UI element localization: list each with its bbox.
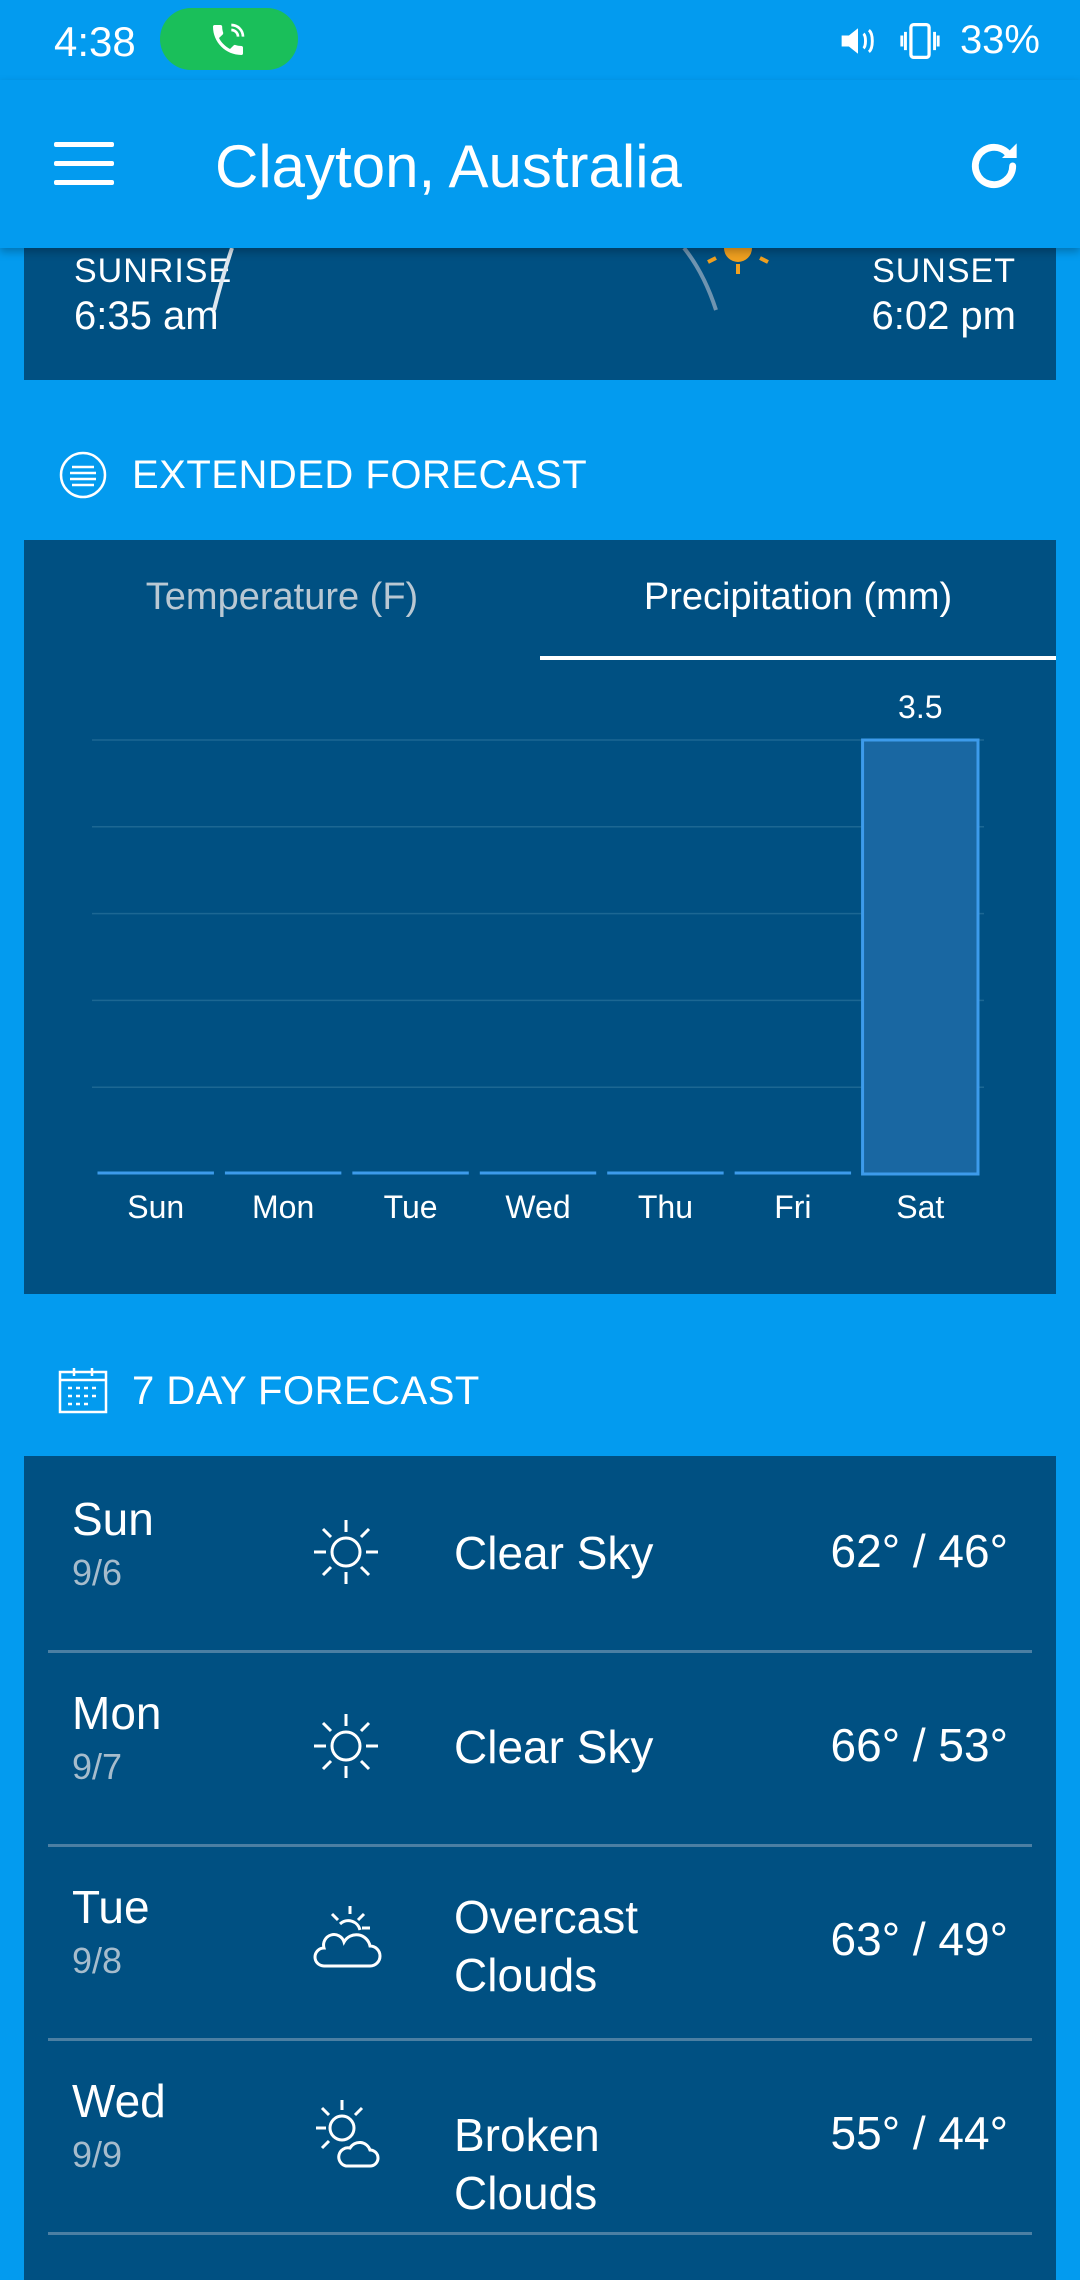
forecast-temperature: 63° / 49° <box>830 1913 1008 1965</box>
sunset-time: 6:02 pm <box>871 294 1016 338</box>
chart-bar <box>224 1171 342 1175</box>
precipitation-chart: Sun Mon Tue Wed Thu Fri Sat 3.5 <box>92 689 984 1225</box>
phone-icon <box>213 23 245 55</box>
ongoing-call-pill[interactable] <box>160 8 298 70</box>
sun-icon <box>314 1520 378 1584</box>
list-icon <box>59 451 107 499</box>
forecast-date: 9/6 <box>72 1552 123 1593</box>
chart-bar <box>479 1171 597 1175</box>
x-tick-label: Sat <box>896 1189 944 1225</box>
status-time: 4:38 <box>54 18 136 65</box>
sun-icon <box>314 1714 378 1778</box>
app-bar: Clayton, Australia <box>0 80 1080 248</box>
status-icons: 33% <box>836 18 1040 63</box>
sunrise-sunset-card: SUNRISE 6:35 am SUNSET 6:02 pm <box>24 248 1056 380</box>
broken-clouds-icon <box>316 2100 380 2168</box>
volume-icon <box>841 27 874 54</box>
forecast-temperature: 55° / 44° <box>830 2107 1008 2159</box>
page-title: Clayton, Australia <box>215 133 682 200</box>
seven-day-forecast-heading: 7 DAY FORECAST <box>58 1366 480 1416</box>
sunrise-time: 6:35 am <box>74 294 219 338</box>
forecast-day: Mon <box>72 1687 162 1739</box>
x-tick-label: Thu <box>638 1189 693 1225</box>
forecast-row[interactable]: Tue 9/8 Overcast Clouds 63° / 49° <box>48 1844 1032 2041</box>
tab-temperature[interactable]: Temperature (F) <box>24 576 540 619</box>
data-label: 3.5 <box>898 689 942 725</box>
x-tick-label: Tue <box>384 1189 438 1225</box>
forecast-description: Overcast Clouds <box>454 1891 639 2001</box>
x-tick-label: Sun <box>127 1189 184 1225</box>
seven-day-forecast-title: 7 DAY FORECAST <box>132 1368 480 1413</box>
forecast-date: 9/9 <box>72 2134 123 2175</box>
x-tick-label: Fri <box>774 1189 811 1225</box>
forecast-row[interactable]: Sun 9/6 Clear Sky 62° / 46° <box>48 1456 1032 1653</box>
refresh-icon[interactable] <box>962 134 1026 198</box>
forecast-date: 9/8 <box>72 1940 123 1981</box>
forecast-temperature: 62° / 46° <box>830 1525 1008 1577</box>
forecast-row[interactable]: Mon 9/7 Clear Sky 66° / 53° <box>48 1650 1032 1847</box>
x-tick-label: Mon <box>252 1189 314 1225</box>
sunset-label: SUNSET <box>872 252 1016 290</box>
forecast-day: Wed <box>72 2075 166 2127</box>
forecast-day: Tue <box>72 1881 150 1933</box>
vibrate-icon <box>900 22 940 59</box>
chart-bar <box>352 1171 469 1175</box>
sun-position-icon <box>707 248 769 274</box>
extended-forecast-title: EXTENDED FORECAST <box>132 452 588 497</box>
extended-forecast-heading: EXTENDED FORECAST <box>58 450 587 500</box>
forecast-date: 9/7 <box>72 1746 123 1787</box>
overcast-clouds-icon <box>313 1906 382 1968</box>
status-bar: 4:38 33% <box>0 0 1080 80</box>
x-tick-label: Wed <box>505 1189 570 1225</box>
menu-icon[interactable] <box>54 142 114 188</box>
forecast-description: Clear Sky <box>454 1527 654 1579</box>
seven-day-forecast-card: Sun 9/6 Clear Sky 62° / 46° Mon 9/7 Clea… <box>24 1456 1056 2280</box>
chart-bar <box>97 1171 214 1175</box>
forecast-description: Clear Sky <box>454 1721 654 1773</box>
tab-precipitation[interactable]: Precipitation (mm) <box>540 576 1056 619</box>
forecast-temperature: 66° / 53° <box>830 1719 1008 1771</box>
calendar-icon <box>58 1368 108 1414</box>
chart-bar <box>861 738 980 1176</box>
forecast-row[interactable]: Wed 9/9 Broken Clouds 55° / 44° <box>48 2038 1032 2235</box>
extended-forecast-card: Temperature (F) Precipitation (mm) Sun Mo… <box>24 540 1056 1294</box>
forecast-day: Sun <box>72 1493 154 1545</box>
battery-percent: 33% <box>959 18 1040 62</box>
chart-bar <box>607 1171 724 1175</box>
forecast-description: Broken Clouds <box>454 2109 600 2219</box>
chart-bar <box>734 1171 852 1175</box>
